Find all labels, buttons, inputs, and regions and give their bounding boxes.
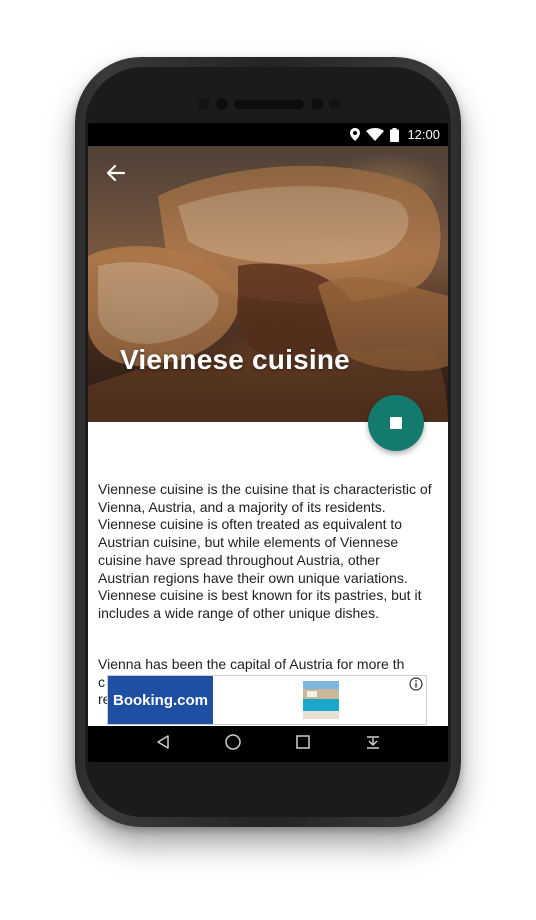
article-title: Viennese cuisine — [120, 344, 350, 375]
stop-icon — [390, 417, 402, 429]
location-icon — [350, 128, 361, 141]
article-paragraph-2: Vienna has been the capital of Austria f… — [98, 656, 405, 672]
status-time: 12:00 — [407, 127, 440, 142]
ad-brand-logo: Booking.com — [108, 676, 213, 724]
arrow-back-icon — [106, 164, 126, 186]
home-circle-icon — [224, 733, 242, 756]
article-paragraph-1: Viennese cuisine is the cuisine that is … — [98, 481, 432, 621]
wifi-icon — [366, 128, 385, 141]
light-sensor-dot — [329, 98, 341, 110]
earpiece-area — [85, 95, 451, 115]
battery-icon — [390, 127, 400, 142]
status-bar: 12:00 — [88, 123, 448, 146]
device-screen: 12:00 Viennese cuisine Viennese cuisine … — [88, 123, 448, 762]
stop-fab-button[interactable] — [368, 395, 424, 451]
info-icon[interactable] — [409, 677, 423, 696]
ad-thumbnail-image — [303, 681, 339, 719]
nav-home-button[interactable] — [218, 729, 248, 759]
recents-square-icon — [295, 734, 311, 755]
speaker-grille — [234, 100, 304, 109]
notification-drawer-icon — [365, 734, 381, 755]
nav-recents-button[interactable] — [288, 729, 318, 759]
nav-back-button[interactable] — [148, 729, 178, 759]
back-triangle-icon — [155, 734, 171, 755]
hero-overlay — [88, 146, 448, 422]
back-button[interactable] — [100, 159, 132, 191]
android-nav-bar — [88, 726, 448, 762]
hero-image-header: Viennese cuisine — [88, 146, 448, 422]
sensor-dot — [198, 98, 210, 110]
proximity-sensor-dot — [311, 98, 323, 110]
front-camera-dot — [216, 98, 228, 110]
ad-banner[interactable]: Booking.com — [107, 675, 427, 725]
nav-notification-button[interactable] — [358, 729, 388, 759]
